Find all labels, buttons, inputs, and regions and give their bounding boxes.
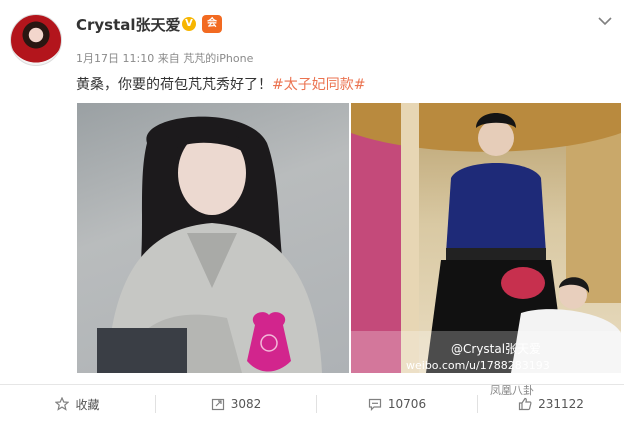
comment-count: 10706 xyxy=(387,397,427,411)
image-watermark-name: @Crystal张天爱 xyxy=(451,342,541,356)
post-source[interactable]: 芃芃的iPhone xyxy=(183,52,253,65)
portrait-illustration xyxy=(97,116,322,373)
image-watermark-url: weibo.com/u/1788283193 xyxy=(406,359,550,372)
post-image-left[interactable] xyxy=(77,103,349,373)
like-count: 231122 xyxy=(538,397,584,411)
star-icon xyxy=(55,397,70,411)
comment-icon xyxy=(368,398,382,411)
post-hashtag[interactable]: #太子妃同款# xyxy=(272,77,365,93)
post-source-prefix: 来自 xyxy=(157,52,180,65)
drama-still-illustration: @Crystal张天爱 weibo.com/u/1788283193 xyxy=(351,103,621,373)
action-toolbar: 收藏 3082 10706 231122 xyxy=(0,384,624,422)
thumbs-up-icon xyxy=(518,397,532,411)
post-date[interactable]: 1月17日 11:10 xyxy=(76,52,154,65)
post-username[interactable]: Crystal张天爱 xyxy=(76,14,181,35)
post-meta: 1月17日 11:10 来自 芃芃的iPhone xyxy=(76,50,253,66)
post-body: 黄桑，你要的荷包芃芃秀好了！ xyxy=(76,77,272,93)
post-image-right[interactable]: @Crystal张天爱 weibo.com/u/1788283193 xyxy=(351,103,621,373)
member-badge: 会 xyxy=(202,15,222,33)
favorite-button[interactable]: 收藏 xyxy=(0,385,155,422)
repost-count: 3082 xyxy=(230,397,262,411)
like-button[interactable]: 231122 xyxy=(478,385,624,422)
verified-badge: V xyxy=(182,17,196,31)
favorite-label: 收藏 xyxy=(75,397,100,412)
repost-button[interactable]: 3082 xyxy=(156,385,316,422)
avatar[interactable] xyxy=(10,14,62,66)
repost-icon xyxy=(211,398,224,411)
post-text: 黄桑，你要的荷包芃芃秀好了！#太子妃同款# xyxy=(76,74,365,94)
chevron-down-icon[interactable] xyxy=(598,16,612,26)
comment-button[interactable]: 10706 xyxy=(317,385,477,422)
